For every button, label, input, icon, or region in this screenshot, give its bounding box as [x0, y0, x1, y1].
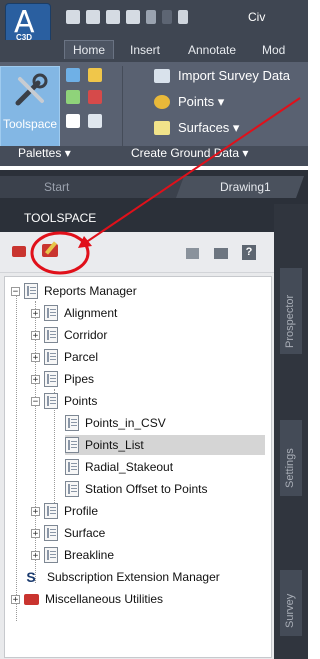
report-icon	[65, 459, 79, 475]
tree-item-label: Points_List	[85, 438, 144, 452]
tree-root-reports-manager[interactable]: − Reports Manager	[11, 281, 137, 301]
tree-item-label: Profile	[64, 504, 99, 518]
report-folder-icon	[44, 525, 58, 541]
annotation-circle	[30, 231, 90, 275]
tree-line-root	[16, 291, 17, 621]
tree-item-miscellaneous-utilities[interactable]: + Miscellaneous Utilities	[11, 589, 163, 609]
annotation-arrow	[81, 97, 301, 246]
collapse-icon[interactable]: −	[11, 286, 20, 296]
expand-icon[interactable]: +	[31, 374, 40, 384]
tree-item-surface[interactable]: + Surface	[31, 523, 105, 543]
tree-item-pipes[interactable]: + Pipes	[31, 369, 94, 389]
tree-item-breakline[interactable]: + Breakline	[31, 545, 114, 565]
tree-item-points-in-csv[interactable]: Points_in_CSV	[65, 413, 166, 433]
toolbox-icon	[24, 593, 39, 605]
expand-icon[interactable]: +	[31, 308, 40, 318]
tab-prospector-label: Prospector	[284, 294, 296, 348]
tab-survey-label: Survey	[284, 593, 296, 628]
reports-tree: − Reports Manager + Alignment + Corridor…	[4, 276, 272, 658]
report-folder-icon	[44, 547, 58, 563]
subscription-s-icon: S	[26, 569, 36, 585]
expand-icon[interactable]: +	[11, 594, 20, 604]
report-icon	[65, 437, 79, 453]
tab-prospector[interactable]: Prospector	[280, 268, 302, 354]
report-folder-icon	[44, 327, 58, 343]
expand-icon[interactable]: +	[31, 550, 40, 560]
tab-survey[interactable]: Survey	[280, 570, 302, 636]
tree-item-radial-stakeout[interactable]: Radial_Stakeout	[65, 457, 173, 477]
tree-item-corridor[interactable]: + Corridor	[31, 325, 107, 345]
report-folder-icon	[44, 349, 58, 365]
tree-item-label: Surface	[64, 526, 106, 540]
report-folder-icon	[44, 305, 58, 321]
tree-item-label: Miscellaneous Utilities	[45, 592, 164, 606]
tree-item-label: Radial_Stakeout	[85, 460, 174, 474]
tree-item-label: Points	[64, 394, 98, 408]
tree-item-profile[interactable]: + Profile	[31, 501, 98, 521]
tree-item-label: Points_in_CSV	[85, 416, 166, 430]
tree-item-label: Subscription Extension Manager	[47, 570, 220, 584]
tree-item-subscription-extension-manager[interactable]: S Subscription Extension Manager	[25, 567, 220, 587]
report-folder-icon	[24, 283, 38, 299]
tree-item-label: Alignment	[64, 306, 118, 320]
report-folder-icon	[44, 393, 58, 409]
tree-item-points-list[interactable]: Points_List	[65, 435, 265, 455]
tree-item-station-offset[interactable]: Station Offset to Points	[65, 479, 208, 499]
tab-settings[interactable]: Settings	[280, 420, 302, 496]
report-icon	[65, 415, 79, 431]
expand-icon[interactable]: +	[31, 528, 40, 538]
tree-item-label: Reports Manager	[44, 284, 137, 298]
tree-item-alignment[interactable]: + Alignment	[31, 303, 117, 323]
tree-item-label: Breakline	[64, 548, 115, 562]
expand-icon[interactable]: +	[31, 330, 40, 340]
tree-item-label: Corridor	[64, 328, 108, 342]
tree-item-label: Pipes	[64, 372, 95, 386]
collapse-icon[interactable]: −	[31, 396, 40, 406]
expand-icon[interactable]: +	[31, 506, 40, 516]
report-folder-icon	[44, 503, 58, 519]
report-icon	[65, 481, 79, 497]
tree-item-points[interactable]: − Points	[31, 391, 97, 411]
tree-item-parcel[interactable]: + Parcel	[31, 347, 98, 367]
report-folder-icon	[44, 371, 58, 387]
tab-settings-label: Settings	[284, 448, 296, 488]
expand-icon[interactable]: +	[31, 352, 40, 362]
tree-item-label: Station Offset to Points	[85, 482, 208, 496]
tree-item-label: Parcel	[64, 350, 99, 364]
